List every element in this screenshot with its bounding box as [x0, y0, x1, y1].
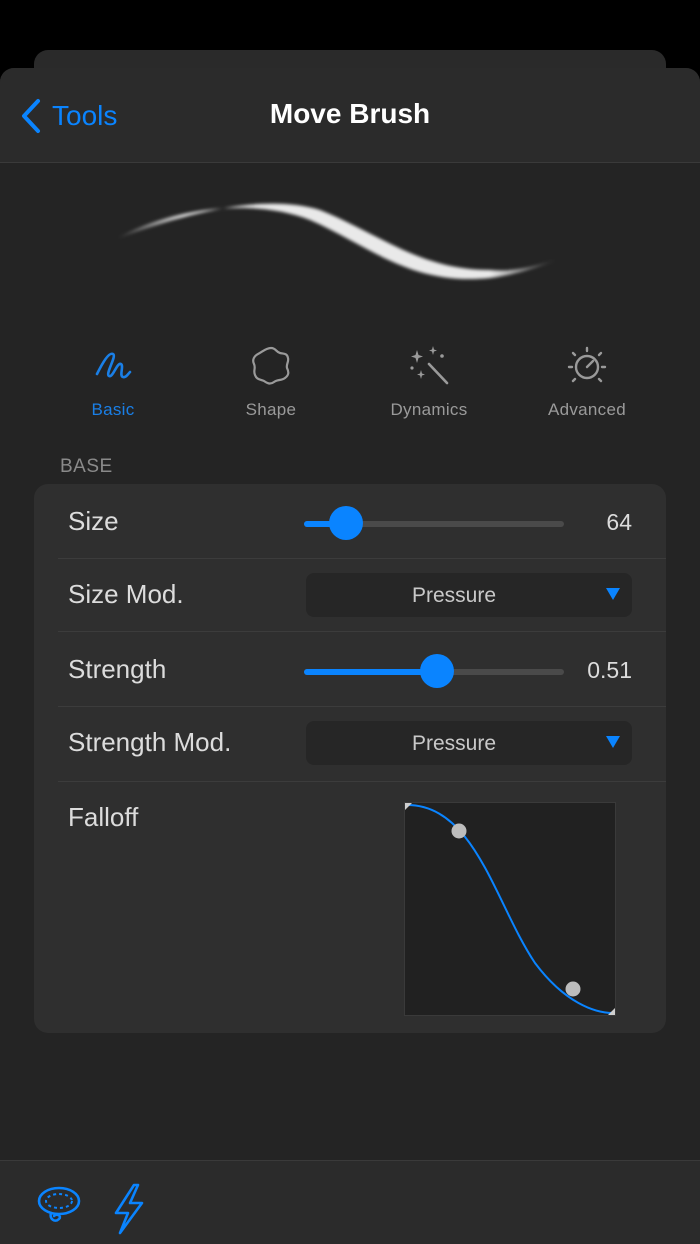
- strength-slider-thumb[interactable]: [419, 654, 454, 688]
- tab-dynamics-label: Dynamics: [390, 400, 468, 419]
- strength-value: 0.51: [587, 657, 632, 683]
- dropdown-arrow-icon: [606, 588, 620, 600]
- size-label: Size: [68, 506, 119, 536]
- brush-stroke-preview: [118, 203, 556, 280]
- size-mod-dropdown[interactable]: Pressure: [306, 573, 632, 617]
- size-mod-label: Size Mod.: [68, 579, 184, 609]
- strength-mod-row: Strength Mod. Pressure: [34, 707, 666, 781]
- strength-mod-dropdown[interactable]: Pressure: [306, 721, 632, 765]
- quick-actions-button[interactable]: [104, 1183, 152, 1235]
- falloff-curve: [405, 803, 615, 1015]
- size-value: 64: [606, 509, 632, 535]
- section-header-base: BASE: [60, 456, 113, 477]
- brush-settings-tabs: Basic Shape Dynamics Advanced: [34, 338, 666, 428]
- brush-settings-sheet: Tools Move Brush Basic Shape Dynamics Ad…: [0, 68, 700, 1244]
- page-title: Move Brush: [269, 98, 431, 129]
- falloff-label: Falloff: [68, 802, 139, 832]
- bottom-toolbar: [0, 1160, 700, 1244]
- navigation-bar: Tools Move Brush: [0, 68, 700, 163]
- lasso-icon: [37, 1186, 81, 1222]
- tab-shape[interactable]: Shape: [192, 338, 350, 428]
- tab-basic[interactable]: Basic: [34, 338, 192, 428]
- tab-advanced-label: Advanced: [547, 400, 626, 419]
- divider: [58, 781, 666, 782]
- strength-row: Strength 0.51: [34, 632, 666, 706]
- strength-slider[interactable]: [304, 654, 564, 688]
- falloff-curve-editor[interactable]: [404, 802, 616, 1016]
- strength-label: Strength: [68, 654, 167, 684]
- dropdown-arrow-icon: [606, 736, 620, 748]
- strength-mod-label: Strength Mod.: [68, 727, 232, 757]
- tab-advanced[interactable]: Advanced: [508, 338, 666, 428]
- size-mod-selected: Pressure: [411, 584, 497, 607]
- magic-wand-icon: [410, 346, 449, 385]
- size-slider-thumb[interactable]: [328, 506, 363, 540]
- lightning-icon: [114, 1183, 144, 1235]
- base-settings-card: Size 64 Size Mod. Pressure Strength 0.51…: [34, 484, 666, 1033]
- falloff-control-point[interactable]: [451, 823, 467, 839]
- size-mod-row: Size Mod. Pressure: [34, 559, 666, 631]
- size-slider[interactable]: [304, 506, 564, 540]
- tab-dynamics[interactable]: Dynamics: [350, 338, 508, 428]
- strength-slider-fill: [304, 669, 437, 675]
- dial-icon: [567, 346, 607, 383]
- tab-basic-label: Basic: [91, 400, 135, 419]
- lasso-button[interactable]: [35, 1183, 83, 1231]
- squiggle-icon: [95, 352, 132, 379]
- strength-mod-selected: Pressure: [411, 732, 497, 755]
- shape-blob-icon: [252, 346, 290, 385]
- tab-shape-label: Shape: [245, 400, 297, 419]
- size-row: Size 64: [34, 484, 666, 558]
- falloff-control-point[interactable]: [565, 981, 581, 997]
